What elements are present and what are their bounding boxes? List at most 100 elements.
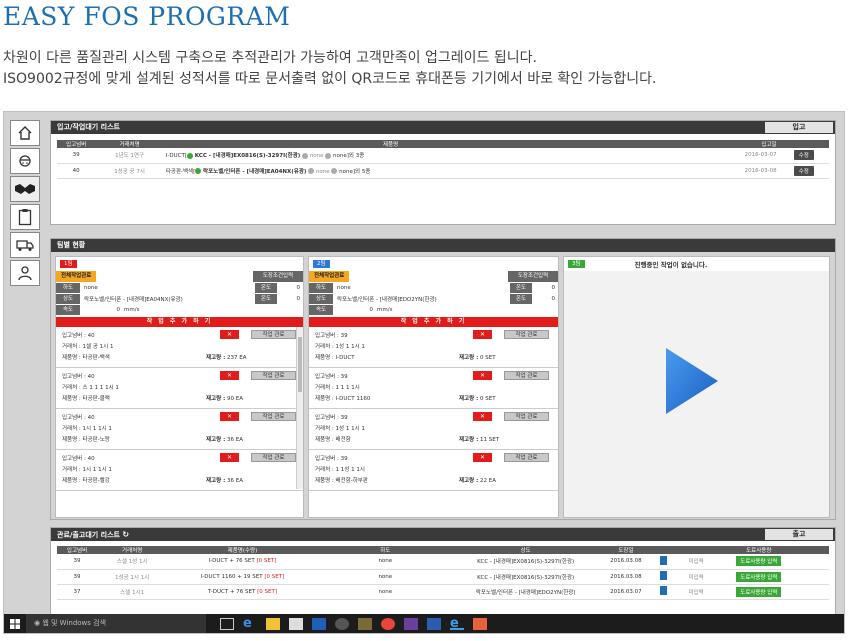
edit-button[interactable]: 수정 <box>793 150 814 161</box>
app-icon[interactable] <box>335 617 349 630</box>
clipboard-icon[interactable] <box>10 204 40 230</box>
table-row[interactable]: 39 스셀 1성 1시 I-DUCT + 76 SET [0 SET] none… <box>57 554 829 570</box>
complete-button[interactable]: 작업 관료 <box>504 412 549 421</box>
outlook-icon[interactable] <box>312 617 326 630</box>
work-card: 입고넘버 : 39 거래처 : 1성 1 1시 1 제품명 : I-DUCT 재고량 … <box>309 327 558 368</box>
app-icon[interactable] <box>427 617 441 630</box>
home-icon[interactable] <box>10 120 40 146</box>
table-row[interactable]: 40 1성공 공 7시 타공판-백색[ 락포노벨/인터폰 - [내경매]EA04… <box>57 163 829 179</box>
status-dot <box>302 152 309 159</box>
product-flag: [0 SET] <box>257 588 277 595</box>
stock-value: 237 EA <box>227 355 247 361</box>
stock-label: 재고량 : <box>459 355 479 361</box>
tab-all-work[interactable]: 전체작업관료 <box>56 271 97 282</box>
delete-button[interactable]: ✕ <box>220 371 239 380</box>
cell-usage: 미입력 <box>673 554 719 570</box>
delete-button[interactable]: ✕ <box>473 371 492 380</box>
complete-button[interactable]: 작업 관료 <box>504 371 549 380</box>
file-explorer-icon[interactable] <box>266 617 280 630</box>
stock-label: 재고량 : <box>206 437 226 443</box>
value: 락포노벨/인터폰 - [내경매]EDO2YN(한광) <box>337 296 437 303</box>
delete-button[interactable]: ✕ <box>473 330 492 339</box>
label: 하도 <box>309 282 333 293</box>
complete-button[interactable]: 작업 관료 <box>251 412 296 421</box>
card-product: 제품명 : 타공판-백색 <box>62 355 110 361</box>
cell-usage: 미입력 <box>673 569 719 585</box>
ie-icon[interactable]: e <box>450 617 464 630</box>
worker-icon[interactable] <box>10 148 40 174</box>
cell-client: 1성공 공 7시 <box>95 163 164 179</box>
delete-button[interactable]: ✕ <box>473 412 492 421</box>
card-client: 거래처 : 1시 1 1시 1 <box>62 467 112 473</box>
col-header: 거래처명 <box>95 140 164 148</box>
card-client: 거래처 : 스 1 1 1 1시 1 <box>62 385 119 391</box>
status-dot <box>308 168 315 174</box>
value: 락포노벨/인터폰 - [내경매]EA04NX(유광) <box>84 296 183 303</box>
search-placeholder: 웹 및 Windows 검색 <box>42 619 107 627</box>
outbound-panel: 관료/출고대기 리스트 ↻ 출고 입고넘버 거래처명 제품명(수량) 하도 상도 도장일 도료… <box>50 527 836 617</box>
play-icon[interactable] <box>664 346 720 416</box>
inbound-table: 입고넘버 거래처명 제품명 입고일 39 1년도 1연구 I-DUCT[ KCC - … <box>57 140 829 179</box>
row-ha: 하도 none 온도 0 <box>309 282 558 293</box>
team-panel: 팀별 현황 1팀 전체작업관료 도장조건입력 하도 none 온도 0 상도 락포노벨/… <box>50 238 836 520</box>
document-icon[interactable] <box>660 555 668 565</box>
taskbar-search[interactable]: ◉ 웹 및 Windows 검색 <box>26 614 206 633</box>
table-row[interactable]: 39 1성공 1시 1시 I-DUCT 1160 + 19 SET [0 SET… <box>57 569 829 585</box>
inbound-button[interactable]: 입고 <box>765 122 833 133</box>
complete-button[interactable]: 작업 관료 <box>504 453 549 462</box>
refresh-icon[interactable]: ↻ <box>122 530 129 539</box>
add-work-button[interactable]: 작 업 추 가 하 기 <box>56 317 303 327</box>
taskbar: ◉ 웹 및 Windows 검색 e e <box>4 614 844 633</box>
delete-button[interactable]: ✕ <box>473 453 492 462</box>
document-icon[interactable] <box>660 571 668 580</box>
edit-button[interactable]: 수정 <box>793 165 814 176</box>
windows-start-icon[interactable] <box>4 614 26 633</box>
cell-product: 타공판-백색[ 락포노벨/인터폰 - [내경매]EA04NX(유광) none … <box>163 163 618 179</box>
status-dot <box>325 152 332 159</box>
delete-button[interactable]: ✕ <box>220 453 239 462</box>
paint-usage-button[interactable]: 도료사용량 입력 <box>736 571 782 582</box>
product-tail2: none]외 3종 <box>333 153 365 160</box>
table-row[interactable]: 39 1년도 1연구 I-DUCT[ KCC - [내경매]EX0816(S)-… <box>57 148 829 164</box>
delete-button[interactable]: ✕ <box>220 330 239 339</box>
complete-button[interactable]: 작업 관료 <box>504 330 549 339</box>
tab-coating-conditions[interactable]: 도장조건입력 <box>508 271 558 282</box>
delete-button[interactable]: ✕ <box>220 412 239 421</box>
col-header: 하도 <box>317 546 453 554</box>
complete-button[interactable]: 작업 관료 <box>251 453 296 462</box>
table-row[interactable]: 37 스셀 1시1 T-DUCT + 76 SET [0 SET] none 락… <box>57 584 829 600</box>
chrome-icon[interactable] <box>381 617 395 630</box>
handshake-icon[interactable] <box>10 176 40 202</box>
app-icon[interactable] <box>473 617 487 630</box>
user-icon[interactable] <box>10 260 40 286</box>
product-main: KCC - [내경매]EX0816(S)-3297I(한광) <box>194 153 301 160</box>
product-qty: T-DUCT + 76 SET <box>207 588 256 595</box>
app-icon[interactable] <box>358 617 372 630</box>
stock-label: 재고량 : <box>206 355 226 361</box>
stock-value: 0 SET <box>480 355 496 361</box>
add-work-button[interactable]: 작 업 추 가 하 기 <box>309 317 558 327</box>
complete-button[interactable]: 작업 관료 <box>251 371 296 380</box>
work-card: 입고넘버 : 40 거래처 : 1시 1 1시 1 제품명 : 타공판-노랑 재고량 … <box>56 409 303 450</box>
outbound-header: 관료/출고대기 리스트 ↻ 출고 <box>51 528 835 541</box>
product-prefix: I-DUCT[ <box>165 153 188 160</box>
paint-usage-button[interactable]: 도료사용량 입력 <box>736 556 782 567</box>
row-ha: 하도 none 온도 0 <box>56 282 303 293</box>
outbound-button[interactable]: 출고 <box>765 529 833 540</box>
tab-coating-conditions[interactable]: 도장조건입력 <box>253 271 303 282</box>
document-icon[interactable] <box>660 586 668 595</box>
paint-usage-button[interactable]: 도료사용량 입력 <box>736 586 782 597</box>
complete-button[interactable]: 작업 관료 <box>251 330 296 339</box>
tab-all-work[interactable]: 전체작업관료 <box>309 271 350 282</box>
truck-icon[interactable] <box>10 232 40 258</box>
outbound-title: 관료/출고대기 리스트 <box>57 531 120 539</box>
video-area[interactable] <box>564 271 829 517</box>
task-view-icon[interactable] <box>220 617 234 630</box>
sidebar <box>10 120 42 288</box>
store-icon[interactable] <box>289 617 303 630</box>
value: 0 <box>369 306 374 313</box>
app-icon[interactable] <box>404 617 418 630</box>
scrollbar[interactable] <box>296 327 303 489</box>
edge-icon[interactable]: e <box>243 617 257 630</box>
inbound-panel: 입고/작업대기 리스트 입고 입고넘버 거래처명 제품명 입고일 39 1년도 1연구 … <box>50 120 836 225</box>
